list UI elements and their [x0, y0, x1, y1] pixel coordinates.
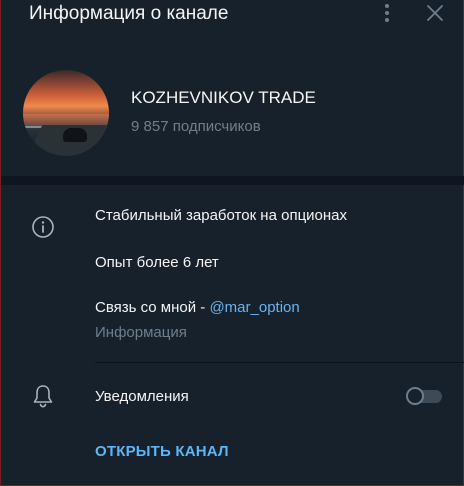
channel-profile: KOZHEVNIKOV TRADE 9 857 подписчиков	[1, 60, 464, 170]
channel-info-panel: Информация о канале KOZHEVNIKOV TRADE 9 …	[0, 0, 464, 486]
avatar[interactable]	[23, 70, 109, 156]
section-divider	[1, 176, 464, 185]
bell-icon	[31, 383, 55, 409]
row-divider	[95, 362, 464, 363]
open-channel-button[interactable]: ОТКРЫТЬ КАНАЛ	[95, 443, 229, 461]
contact-link[interactable]: @mar_option	[209, 299, 299, 316]
kebab-menu-icon[interactable]	[379, 2, 395, 24]
notifications-label: Уведомления	[95, 388, 189, 405]
info-caption: Информация	[95, 324, 187, 341]
panel-title: Информация о канале	[29, 3, 229, 24]
contact-prefix: Связь со мной -	[95, 299, 210, 316]
description-line: Стабильный заработок на опционах	[95, 207, 348, 224]
info-icon	[31, 215, 55, 239]
subscriber-count: 9 857 подписчиков	[131, 118, 261, 135]
close-icon[interactable]	[425, 3, 445, 23]
notifications-toggle[interactable]	[406, 387, 443, 405]
panel-header: Информация о канале	[1, 0, 464, 30]
contact-line: Связь со мной - @mar_option	[95, 299, 300, 317]
toggle-knob	[406, 387, 424, 405]
description-line: Опыт более 6 лет	[95, 254, 219, 271]
channel-name: KOZHEVNIKOV TRADE	[131, 88, 316, 107]
